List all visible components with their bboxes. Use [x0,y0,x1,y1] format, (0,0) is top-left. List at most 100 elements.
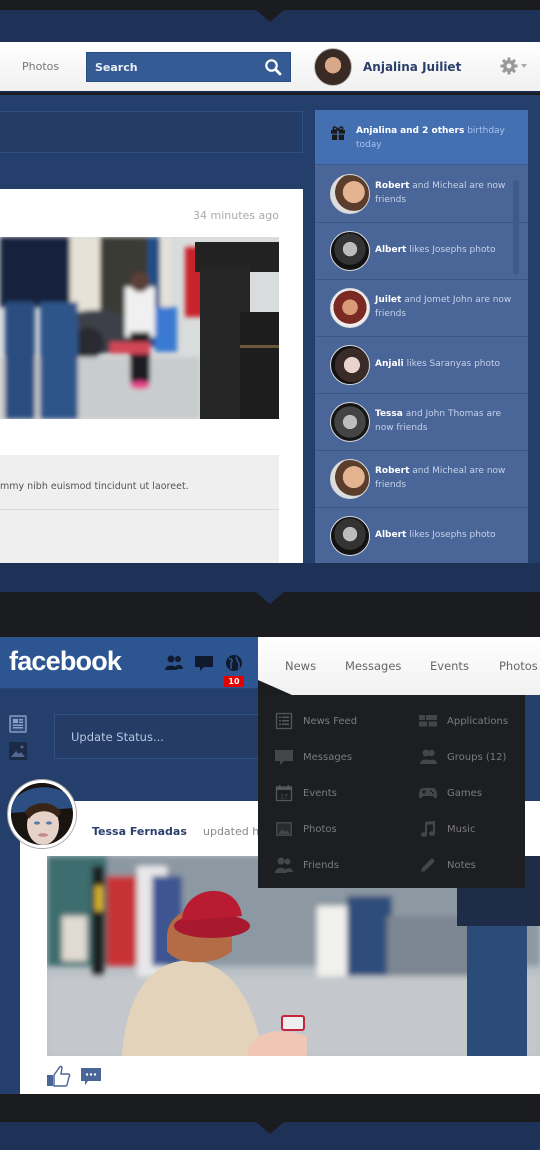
tab-messages[interactable]: Messages [345,659,401,673]
author-avatar[interactable] [8,780,76,848]
birthday-notice[interactable]: Anjalina and 2 others birthday today [315,110,528,165]
menu-item-applications[interactable]: Applications [419,711,508,731]
photo-icon[interactable] [8,741,28,761]
nav-dropdown-menu: News Feed Messages 17 Events Photos Frie… [258,695,525,888]
top-dark-strip [0,0,540,10]
tab-news[interactable]: News [285,659,316,673]
top-header: Photos Anjalina Juiliet [0,42,540,93]
ticker-text: Anjali likes Saranyas photo [375,357,515,371]
ticker-name[interactable]: Robert [375,466,409,476]
menu-item-groups[interactable]: Groups (12) [419,747,506,767]
menu-label: Notes [447,859,476,871]
ticker-action: likes Saranyas photo [406,359,501,369]
menu-label: Music [447,823,476,835]
avatar[interactable] [330,231,370,271]
ticker-text: Juilet and Jomet John are now friends [375,293,515,321]
menu-item-notes[interactable]: Notes [419,855,476,875]
menu-item-music[interactable]: Music [419,819,475,839]
like-icon[interactable] [47,1065,71,1087]
ticker-name[interactable]: Albert [375,530,406,540]
ticker-name[interactable]: Robert [375,181,409,191]
post-comment-box: mmy nibh euismod tincidunt ut laoreet. [0,455,279,563]
ticker-text: Robert and Micheal are now friends [375,464,515,492]
section-notch [256,592,284,604]
ticker-name[interactable]: Anjali [375,359,404,369]
birthday-text: Anjalina and 2 others birthday today [356,124,516,152]
tab-events[interactable]: Events [430,659,469,673]
notification-badge[interactable]: 10 [224,676,244,687]
ticker-item[interactable]: Albert likes Josephs photo [315,223,528,280]
section-notch [256,10,284,22]
post-author[interactable]: Tessa Fernadas [92,825,187,838]
menu-item-friends[interactable]: Friends [275,855,339,875]
avatar[interactable] [330,459,370,499]
globe-icon[interactable] [224,654,244,672]
navy-strip [0,563,540,592]
post-text: mmy nibh euismod tincidunt ut laoreet. [0,481,189,492]
post-photo[interactable] [0,237,279,419]
section-notch [256,1122,284,1134]
update-status-box[interactable]: Update Status... [54,714,274,759]
photo-icon [276,822,292,836]
tab-bar: News Messages Events Photos [258,637,540,695]
menu-label: Friends [303,859,339,871]
navy-strip [0,1122,540,1150]
news-feed-icon[interactable] [8,714,28,734]
calendar-day: 17 [280,794,288,801]
feed-area: 34 minutes ago mmy nibh euismod tincidun… [0,95,540,563]
ticker-item[interactable]: Robert and Micheal are now friends [315,451,528,508]
fb-header: facebook 10 [0,637,258,689]
menu-item-games[interactable]: Games [419,783,482,803]
chevron-down-icon[interactable] [521,64,527,68]
menu-label: Messages [303,751,353,763]
birthday-others[interactable]: and 2 others [400,126,464,136]
friends-icon[interactable] [164,654,184,672]
ticker-item[interactable]: Albert likes Josephs photo [315,508,528,563]
messages-icon [275,750,293,765]
menu-item-news-feed[interactable]: News Feed [275,711,357,731]
ticker-name[interactable]: Tessa [375,409,403,419]
menu-corner [258,680,292,695]
facebook-logo[interactable]: facebook [9,646,122,677]
ticker-action: likes Josephs photo [409,530,496,540]
ticker-name[interactable]: Juilet [375,295,401,305]
menu-item-events[interactable]: 17 Events [275,783,337,803]
messages-icon[interactable] [194,654,214,672]
avatar[interactable] [330,288,370,328]
ticker-scrollbar[interactable] [513,180,519,275]
birthday-name[interactable]: Anjalina [356,126,397,136]
ticker-item[interactable]: Tessa and John Thomas are now friends [315,394,528,451]
menu-item-photos[interactable]: Photos [275,819,337,839]
groups-icon [420,749,437,764]
menu-label: News Feed [303,715,358,727]
avatar[interactable] [330,402,370,442]
ticker-item[interactable]: Juilet and Jomet John are now friends [315,280,528,337]
ticker-text: Robert and Micheal are now friends [375,179,515,207]
ticker-name[interactable]: Albert [375,245,406,255]
comment-icon[interactable] [80,1067,102,1087]
menu-label: Applications [447,715,509,727]
user-name[interactable]: Anjalina Juiliet [363,60,461,74]
avatar[interactable] [330,345,370,385]
nav-photos-link[interactable]: Photos [22,60,59,73]
divider [0,509,279,510]
menu-label: Events [303,787,337,799]
user-avatar[interactable] [314,48,352,86]
friends-icon [275,857,293,873]
street-photo [0,237,279,419]
tab-photos[interactable]: Photos [499,659,538,673]
search-icon[interactable] [264,58,282,76]
avatar[interactable] [330,516,370,556]
status-placeholder: Update Status... [71,730,164,744]
avatar-photo [11,783,73,845]
ticker-item[interactable]: Robert and Micheal are now friends [315,166,528,223]
status-bar[interactable] [0,111,303,153]
ticker-item[interactable]: Anjali likes Saranyas photo [315,337,528,394]
gear-icon[interactable] [500,57,518,75]
menu-item-messages[interactable]: Messages [275,747,352,767]
avatar[interactable] [330,174,370,214]
menu-label: Photos [303,823,337,835]
search-input[interactable] [95,53,255,81]
gamepad-icon [419,788,437,799]
calendar-icon: 17 [275,785,293,802]
